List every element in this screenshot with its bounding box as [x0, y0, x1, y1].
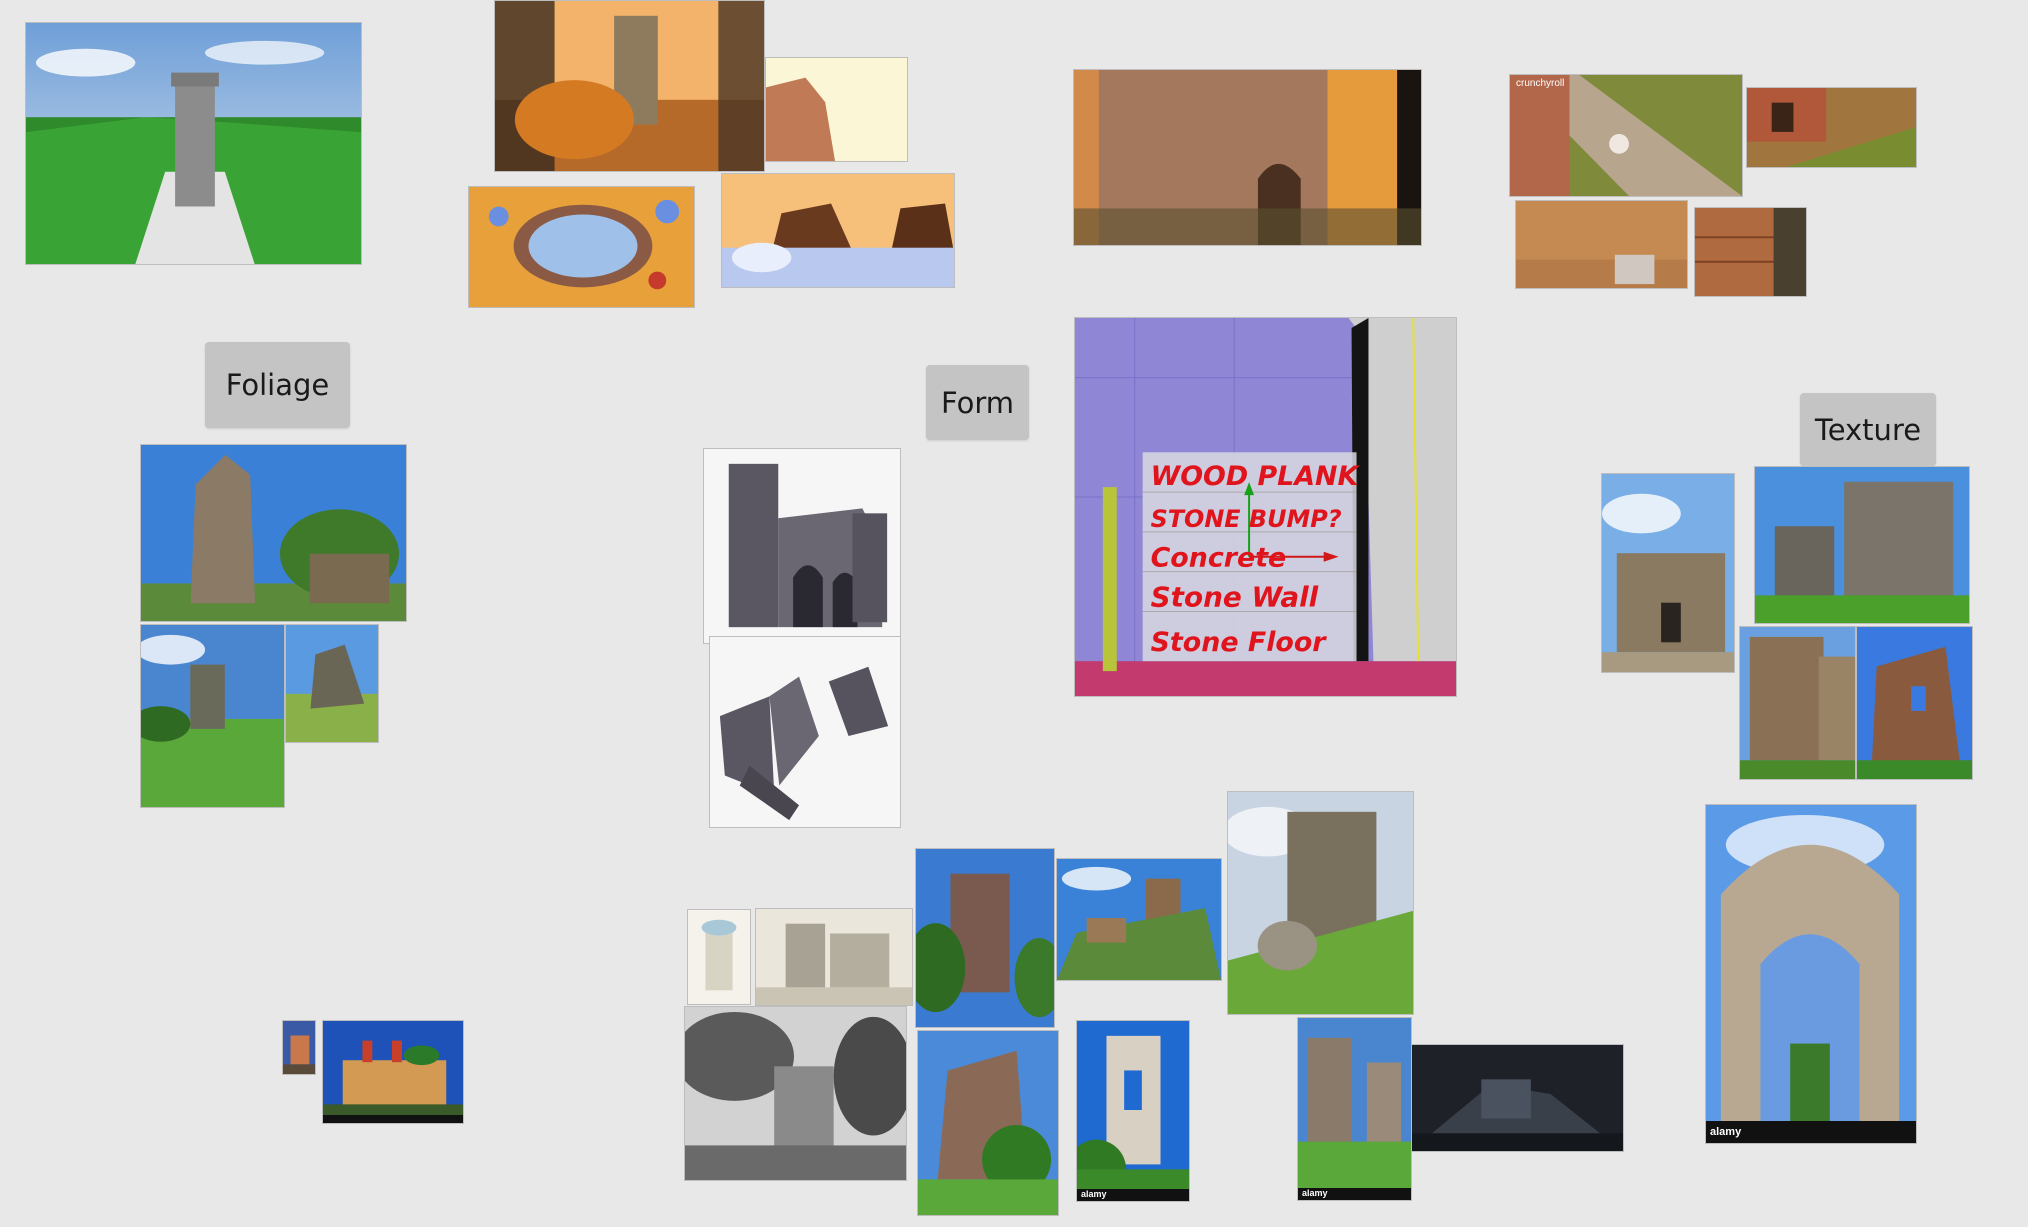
note-wood-plank: WOOD PLANK	[1151, 461, 1361, 492]
watermark-crunchyroll: crunchyroll	[1516, 78, 1565, 89]
ruin-tree-graphic	[918, 1031, 1058, 1215]
image-sketch-tower-illustration[interactable]	[687, 909, 751, 1005]
cathedral-ruin-graphic	[1706, 805, 1916, 1143]
image-3d-viewport-material-notes[interactable]: WOOD PLANK STONE BUMP? Concrete Stone Wa…	[1074, 317, 1457, 697]
image-anime-cliffs-flowers[interactable]	[721, 173, 955, 288]
image-ruin-tree-overgrown[interactable]	[917, 1030, 1059, 1216]
ruin-ivy-graphic	[141, 445, 406, 621]
image-anime-brick-tower-door[interactable]	[1073, 69, 1422, 246]
label-foliage[interactable]: Foliage	[205, 342, 350, 428]
image-anime-cobble-path[interactable]: crunchyroll	[1509, 74, 1743, 197]
cliffs-graphic	[722, 174, 954, 287]
ruin-meadow-graphic	[286, 625, 378, 742]
grassy-hill-ruin-graphic	[1228, 792, 1413, 1014]
ruin-wall-graphic	[766, 58, 907, 161]
image-ruin-meadow[interactable]	[285, 624, 379, 743]
image-3d-ruin-model-gate[interactable]	[703, 448, 901, 644]
cobble-path-graphic	[1510, 75, 1742, 196]
bw-ruin-graphic	[685, 1007, 906, 1180]
image-castle-gate-stone[interactable]	[1601, 473, 1735, 673]
ruin-model-walls-graphic	[710, 637, 900, 827]
image-anime-doorway-path[interactable]	[1746, 87, 1917, 168]
image-ruin-cathedral-arches[interactable]: alamy	[1705, 804, 1917, 1144]
fountain-graphic	[469, 187, 694, 307]
castle-gate-graphic	[1602, 474, 1734, 672]
doorway-path-graphic	[1747, 88, 1916, 167]
image-castle-ruin-window[interactable]	[1856, 626, 1973, 780]
watermark-alamy-cathedral: alamy	[1710, 1126, 1742, 1138]
image-twin-tower-ruins[interactable]: alamy	[1297, 1017, 1412, 1201]
brick-tower-graphic	[1074, 70, 1421, 245]
image-3d-ruin-model-walls[interactable]	[709, 636, 901, 828]
ruin-model-gate-graphic	[704, 449, 900, 643]
image-anime-stone-corner[interactable]	[1515, 200, 1688, 289]
ruined-tower-forest-graphic	[916, 849, 1054, 1027]
castle-keep-graphic	[1755, 467, 1969, 623]
image-anime-brick-wall[interactable]	[1694, 207, 1807, 297]
stone-corner-graphic	[1516, 201, 1687, 288]
note-stone-wall: Stone Wall	[1151, 580, 1319, 613]
image-white-tower-ruin[interactable]: alamy	[1076, 1020, 1190, 1202]
note-concrete: Concrete	[1151, 543, 1287, 574]
viewport-graphic: WOOD PLANK STONE BUMP? Concrete Stone Wa…	[1075, 318, 1456, 696]
image-castle-round-tower[interactable]	[1739, 626, 1856, 780]
label-form[interactable]: Form	[926, 365, 1029, 440]
image-ruined-tower-forest[interactable]	[915, 848, 1055, 1028]
note-stone-floor: Stone Floor	[1151, 627, 1328, 658]
image-castle-keep-bridge[interactable]	[1754, 466, 1970, 624]
image-anime-ruin-wall[interactable]	[765, 57, 908, 162]
image-anime-fountain-flowers[interactable]	[468, 186, 695, 308]
engraving-castle-graphic	[756, 909, 912, 1005]
tower-forest-graphic	[26, 23, 361, 264]
image-engraving-ruined-castle[interactable]	[755, 908, 913, 1006]
castle-flags-graphic	[323, 1021, 463, 1123]
image-ruin-green-hill-path[interactable]	[140, 624, 285, 808]
watermark-alamy-twin-tower: alamy	[1302, 1188, 1328, 1198]
ruin-window-graphic	[1857, 627, 1972, 779]
brick-wall-graphic	[1695, 208, 1806, 296]
image-castle-thumb-small[interactable]	[282, 1020, 316, 1075]
castle-thumb-graphic	[283, 1021, 315, 1074]
ruin-hill-graphic	[141, 625, 284, 807]
image-anime-tower-sunset[interactable]	[494, 0, 765, 172]
label-texture[interactable]: Texture	[1800, 393, 1936, 466]
round-tower-graphic	[1740, 627, 1855, 779]
image-tower-forest-render[interactable]	[25, 22, 362, 265]
image-ruin-ivy-blue-sky[interactable]	[140, 444, 407, 622]
image-castle-flags-palms[interactable]	[322, 1020, 464, 1124]
anime-tower-graphic	[495, 1, 764, 171]
dark-castle-graphic	[1412, 1045, 1623, 1151]
image-bw-overgrown-ruin[interactable]	[684, 1006, 907, 1181]
castle-hill-graphic	[1057, 859, 1221, 980]
image-castle-ruin-grassy-hill[interactable]	[1227, 791, 1414, 1015]
twin-tower-graphic	[1298, 1018, 1411, 1200]
watermark-alamy-white-tower: alamy	[1081, 1189, 1107, 1199]
sketch-tower-graphic	[688, 910, 750, 1004]
image-castle-hill-mound[interactable]	[1056, 858, 1222, 981]
white-tower-graphic	[1077, 1021, 1189, 1201]
note-stone-bump: STONE BUMP?	[1151, 505, 1342, 533]
image-dark-game-castle-render[interactable]	[1411, 1044, 1624, 1152]
